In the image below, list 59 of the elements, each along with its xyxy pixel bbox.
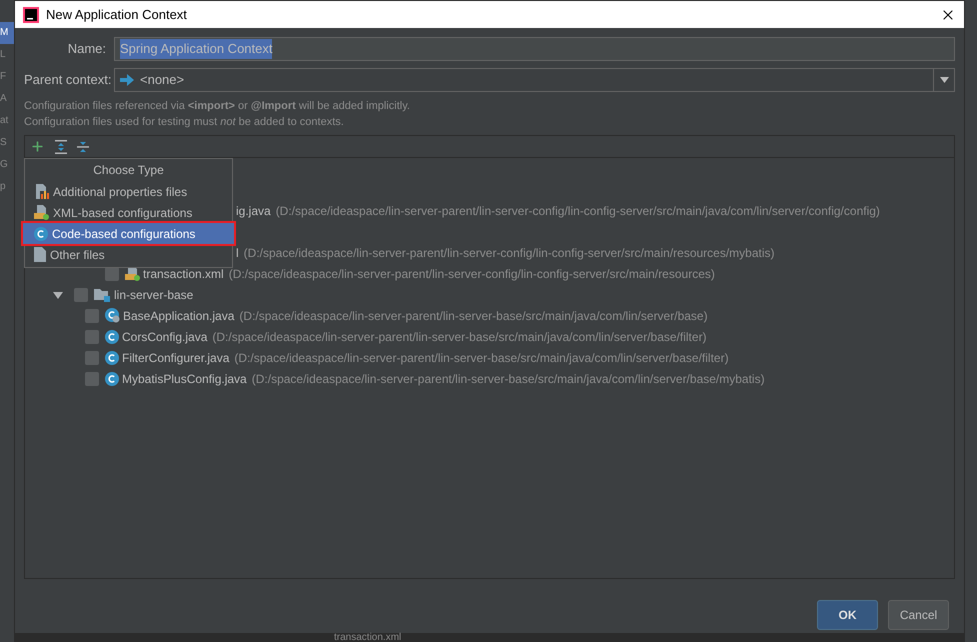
tree-item-label[interactable]: MybatisPlusConfig.java: [122, 370, 247, 388]
checkbox[interactable]: [85, 350, 99, 364]
file-path: (D:/space/ideaspace/lin-server-parent/lin-server-base/src/main/java/com/lin/server/base): [239, 308, 708, 324]
class-icon: [34, 226, 48, 240]
side-tab[interactable]: F: [0, 66, 14, 88]
checkbox[interactable]: [74, 288, 88, 302]
side-tab[interactable]: at: [0, 110, 14, 132]
add-icon[interactable]: [30, 139, 45, 154]
cancel-button[interactable]: Cancel: [888, 600, 949, 630]
expand-all-icon[interactable]: [55, 140, 67, 154]
file-path: (D:/space/ideaspace/lin-server-parent/lin-server-config/lin-config-server/src/main/resources/mybatis): [244, 244, 775, 262]
checkbox[interactable]: [85, 308, 99, 322]
parent-context-value: <none>: [140, 71, 186, 90]
file-path: (D:/space/ideaspace/lin-server-parent/lin-server-base/src/main/java/com/lin/server/base/mybatis): [252, 370, 765, 388]
side-tab[interactable]: p: [0, 176, 14, 198]
xml-file-icon: [34, 205, 49, 220]
popup-menu-item[interactable]: Other files: [25, 244, 232, 265]
tree-item-label[interactable]: transaction.xml: [143, 264, 224, 282]
side-tab[interactable]: G: [0, 154, 14, 176]
popup-title: Choose Type: [92, 162, 165, 179]
file-path: (D:/space/ideaspace/lin-server-parent/lin-server-base/src/main/java/com/lin/server/base/filter): [234, 350, 729, 366]
side-tab[interactable]: S: [0, 132, 14, 154]
file-path: (D:/space/ideaspace/lin-server-parent/lin-server-config/lin-config-server/src/main/resources): [228, 266, 715, 282]
side-tab[interactable]: A: [0, 88, 14, 110]
tree-item-label[interactable]: BaseApplication.java: [123, 306, 234, 324]
app-logo-icon: [23, 6, 39, 22]
popup-menu-item[interactable]: Code-based configurations: [23, 223, 234, 244]
parent-context-label: Parent context:: [24, 71, 112, 90]
popup-menu-item[interactable]: Additional properties files: [25, 181, 232, 202]
arrow-right-icon: [120, 74, 134, 86]
ok-button[interactable]: OK: [817, 600, 878, 630]
tree-item-label[interactable]: FilterConfigurer.java: [122, 348, 230, 366]
file-path: (D:/space/ideaspace/lin-server-parent/lin-server-base/src/main/java/com/lin/server/base/filter): [212, 328, 707, 346]
class-icon: [105, 350, 119, 364]
class-badge-icon: [105, 308, 120, 323]
popup-menu-item[interactable]: XML-based configurations: [25, 202, 232, 223]
checkbox[interactable]: [85, 372, 99, 386]
name-label: Name:: [66, 40, 107, 58]
hint-text: Configuration files used for testing must not be added to contexts.: [24, 115, 345, 130]
file-icon: [34, 247, 46, 262]
tree-item-label[interactable]: ig.java: [236, 202, 271, 220]
tree-item-label[interactable]: CorsConfig.java: [122, 328, 208, 346]
class-icon: [105, 372, 119, 386]
tree-item-label[interactable]: lin-server-base: [114, 286, 194, 304]
tree-item-label[interactable]: l: [236, 244, 239, 262]
backdrop-file-label: transaction.xml: [334, 634, 402, 642]
collapse-all-icon[interactable]: [77, 140, 89, 154]
side-tab[interactable]: M: [0, 22, 14, 44]
file-path: (D:/space/ideaspace/lin-server-parent/lin-server-config/lin-config-server/src/main/java/com/lin/server/config/config): [276, 202, 880, 220]
window-title: New Application Context: [46, 6, 187, 24]
class-icon: [105, 330, 119, 344]
chart-file-icon: [34, 184, 49, 199]
folder-icon: [94, 288, 110, 302]
expand-arrow-icon[interactable]: [53, 290, 63, 300]
caret-icon[interactable]: [940, 77, 948, 83]
parent-context-dropdown[interactable]: <none>: [114, 68, 955, 92]
checkbox[interactable]: [85, 330, 99, 344]
hint-text: Configuration files referenced via <import> or @Import will be added implicitly.: [24, 99, 411, 114]
side-tab[interactable]: L: [0, 44, 14, 66]
